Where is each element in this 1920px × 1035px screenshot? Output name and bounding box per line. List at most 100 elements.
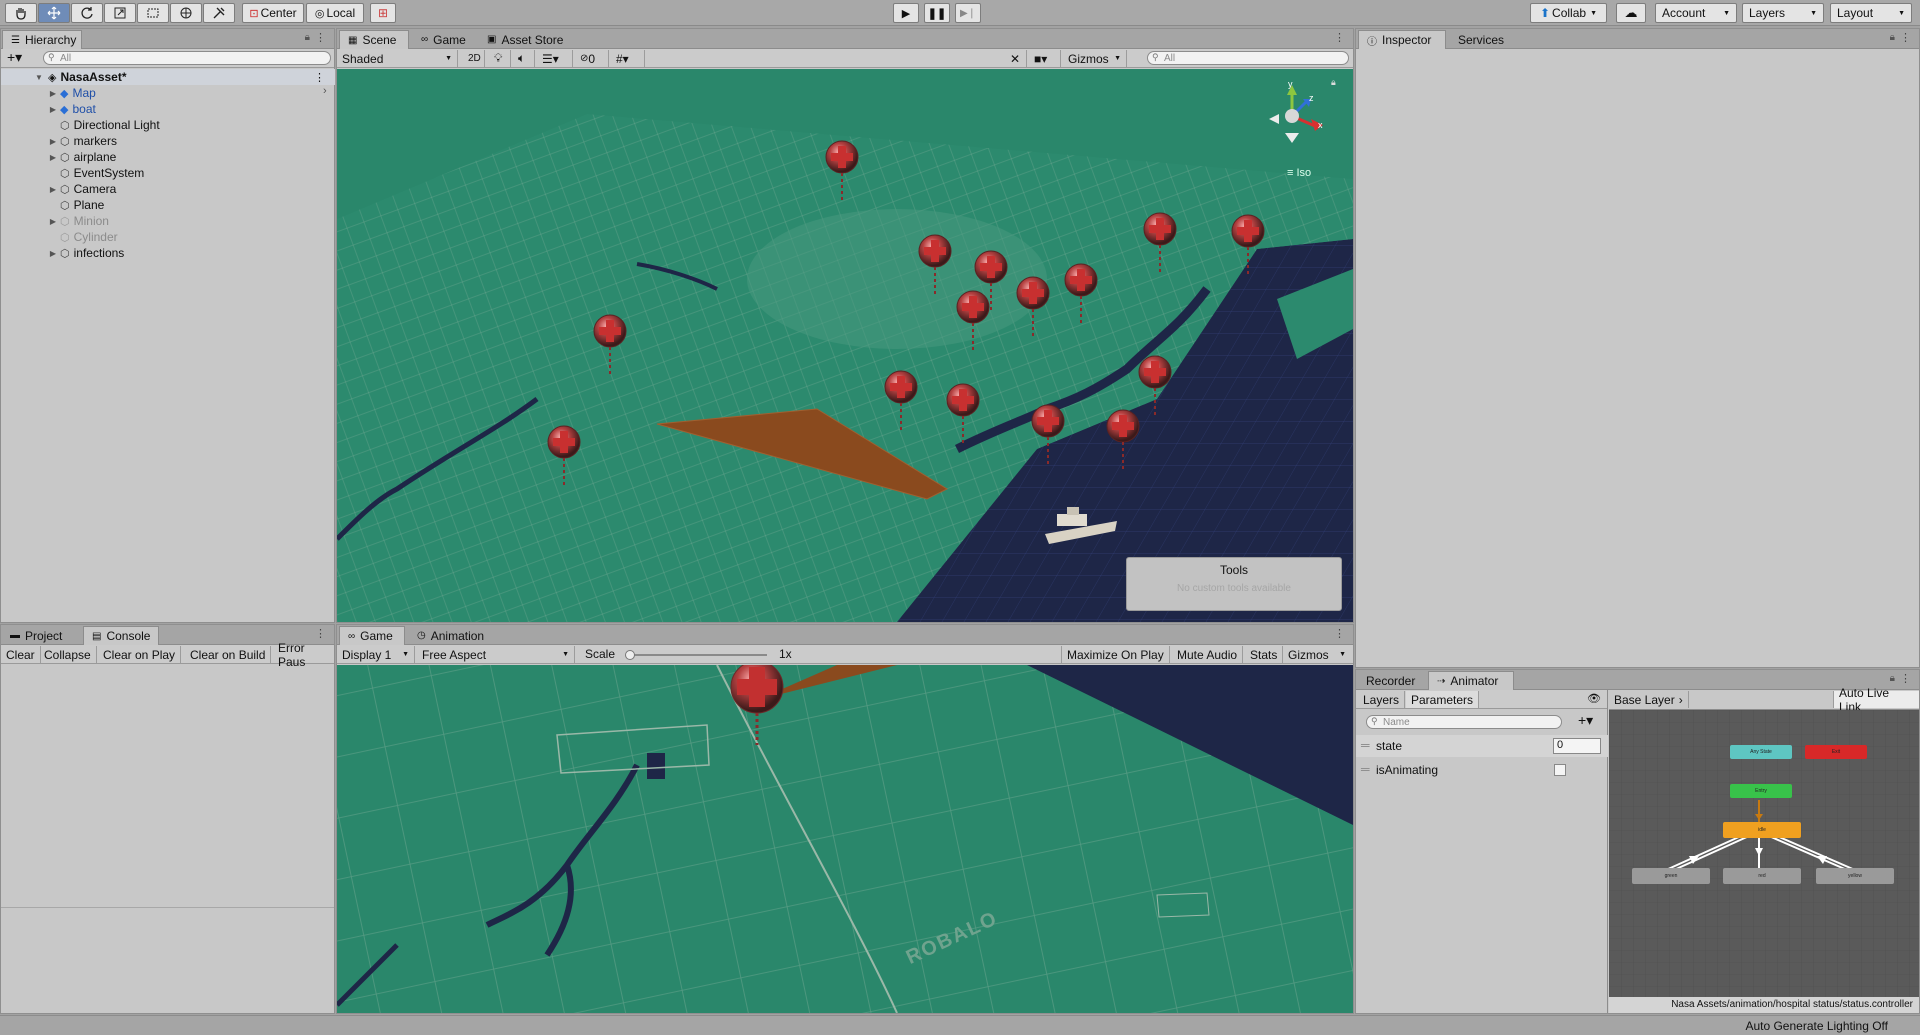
hospital-marker-icon[interactable] [1064, 263, 1098, 328]
audio-toggle[interactable]: 🔈︎ [513, 50, 535, 67]
rotate-tool-button[interactable] [71, 3, 103, 23]
kebab-menu-icon[interactable]: ⋮ [315, 31, 326, 44]
console-splitter[interactable] [1, 907, 334, 908]
game-gizmos-dropdown[interactable]: Gizmos ▼ [1283, 646, 1351, 663]
effects-dropdown[interactable]: ☰▾ [537, 50, 573, 67]
scale-tool-button[interactable] [104, 3, 136, 23]
console-clear-on-build-button[interactable]: Clear on Build [185, 646, 272, 663]
lock-icon[interactable]: 🔒︎ [305, 32, 310, 43]
kebab-menu-icon[interactable]: ⋮ [1334, 627, 1345, 640]
tab-animator[interactable]: ⇢ Animator [1428, 671, 1514, 690]
lock-icon[interactable]: 🔒︎ [1890, 32, 1895, 43]
tab-inspector[interactable]: ⓘ Inspector [1358, 30, 1446, 49]
hierarchy-item-airplane[interactable]: ▶ ⬡ airplane [1, 149, 335, 165]
hospital-marker-icon[interactable] [1031, 404, 1065, 469]
kebab-menu-icon[interactable]: ⋮ [315, 627, 326, 640]
rect-tool-button[interactable] [137, 3, 169, 23]
layout-dropdown[interactable]: Layout ▼ [1830, 3, 1912, 23]
custom-tool-button[interactable] [203, 3, 235, 23]
tab-hierarchy[interactable]: ☰ Hierarchy [2, 30, 82, 49]
expand-arrow-icon[interactable]: ▶ [48, 89, 58, 98]
kebab-menu-icon[interactable]: ⋮ [314, 71, 325, 84]
animator-graph[interactable]: Any State Exit Entry idle green red yell… [1609, 710, 1919, 997]
parameter-row-state[interactable]: ═ state 0 [1356, 735, 1608, 757]
space-local-toggle[interactable]: ◎ Local [306, 3, 364, 23]
gizmos-dropdown[interactable]: Gizmos ▼ [1063, 50, 1127, 67]
tab-recorder[interactable]: Recorder [1358, 671, 1426, 690]
tab-game[interactable]: ∞ Game [413, 30, 475, 49]
tab-services[interactable]: Services [1450, 30, 1520, 49]
hospital-marker-icon[interactable] [547, 425, 581, 490]
scale-slider[interactable] [625, 650, 767, 660]
tab-animation[interactable]: ◷ Animation [409, 626, 497, 645]
hospital-marker-icon[interactable] [956, 290, 990, 355]
console-clear-on-play-button[interactable]: Clear on Play [98, 646, 182, 663]
snap-toggle[interactable]: ⊞ [370, 3, 396, 23]
pause-button[interactable]: ❚❚ [924, 3, 950, 23]
console-collapse-button[interactable]: Collapse [39, 646, 97, 663]
layers-dropdown[interactable]: Layers ▼ [1742, 3, 1824, 23]
step-button[interactable]: ▶❘ [955, 3, 981, 23]
hospital-marker-icon[interactable] [918, 234, 952, 299]
tab-scene[interactable]: ▦ Scene [339, 30, 409, 49]
hierarchy-item-camera[interactable]: ▶ ⬡ Camera [1, 181, 335, 197]
shading-mode-dropdown[interactable]: Shaded ▼ [337, 50, 458, 67]
toggle-2d-button[interactable]: 2D [463, 50, 485, 67]
scene-root-row[interactable]: ▼ ◈ NasaAsset* ⋮ [1, 69, 335, 85]
hierarchy-item-map[interactable]: ▶ ◆ Map [1, 85, 335, 101]
grid-dropdown[interactable]: #▾ [611, 50, 645, 67]
camera-dropdown[interactable]: ■▾ [1029, 50, 1061, 67]
state-entry[interactable]: Entry [1730, 784, 1792, 798]
tab-console[interactable]: ▤ Console [83, 626, 159, 645]
pivot-center-toggle[interactable]: ⊡ Center [242, 3, 304, 23]
kebab-menu-icon[interactable]: ⋮ [1334, 31, 1345, 44]
hospital-marker-icon[interactable] [1231, 214, 1265, 279]
game-viewport[interactable]: ROBALO [337, 665, 1353, 1013]
hierarchy-item-eventsystem[interactable]: ⬡ EventSystem [1, 165, 335, 181]
move-tool-button[interactable] [38, 3, 70, 23]
hierarchy-item-infections[interactable]: ▶ ⬡ infections [1, 245, 335, 261]
lock-icon[interactable]: 🔒︎ [1890, 673, 1895, 684]
eye-icon[interactable]: 👁︎ [1587, 692, 1601, 705]
hidden-objects-toggle[interactable]: ⊘ 0 [575, 50, 609, 67]
add-parameter-icon[interactable]: +▾ [1578, 712, 1593, 729]
display-dropdown[interactable]: Display 1 ▼ [337, 646, 415, 663]
aspect-dropdown[interactable]: Free Aspect ▼ [417, 646, 575, 663]
kebab-menu-icon[interactable]: ⋮ [1900, 672, 1911, 685]
collab-dropdown[interactable]: ⬆ Collab ▼ [1530, 3, 1607, 23]
parameter-checkbox-isanimating[interactable] [1554, 764, 1566, 776]
breadcrumb-base-layer[interactable]: Base Layer › [1609, 691, 1689, 708]
account-dropdown[interactable]: Account ▼ [1655, 3, 1737, 23]
hierarchy-item-plane[interactable]: ⬡ Plane [1, 197, 335, 213]
mute-audio-toggle[interactable]: Mute Audio [1172, 646, 1244, 663]
tab-game-view[interactable]: ∞ Game [339, 626, 405, 645]
chevron-right-icon[interactable]: › [323, 85, 327, 97]
hospital-marker-icon[interactable] [593, 314, 627, 379]
drag-handle-icon[interactable]: ═ [1361, 738, 1370, 752]
state-idle[interactable]: idle [1723, 822, 1801, 838]
state-yellow[interactable]: yellow [1816, 868, 1894, 884]
subtab-parameters[interactable]: Parameters [1406, 691, 1480, 708]
scale-slider-thumb[interactable] [625, 650, 635, 660]
hierarchy-item-boat[interactable]: ▶ ◆ boat [1, 101, 335, 117]
orientation-gizmo[interactable]: y x z [1257, 79, 1327, 151]
maximize-on-play-toggle[interactable]: Maximize On Play [1061, 646, 1170, 663]
expand-arrow-icon[interactable]: ▶ [48, 153, 58, 162]
lighting-toggle[interactable]: 💡︎ [489, 50, 511, 67]
state-exit[interactable]: Exit [1805, 745, 1867, 759]
tab-project[interactable]: ▬ Project [2, 626, 72, 645]
expand-arrow-icon[interactable]: ▶ [48, 185, 58, 194]
projection-toggle[interactable]: ≡ Iso [1287, 167, 1311, 179]
tab-asset-store[interactable]: ▣ Asset Store [479, 30, 575, 49]
scene-search-input[interactable]: ⚲ All [1147, 51, 1349, 65]
expand-arrow-icon[interactable]: ▼ [34, 73, 44, 82]
hospital-marker-icon[interactable] [946, 383, 980, 448]
state-any-state[interactable]: Any State [1730, 745, 1792, 759]
parameter-row-isanimating[interactable]: ═ isAnimating [1356, 759, 1608, 781]
hierarchy-search-input[interactable]: ⚲ All [43, 51, 331, 65]
parameter-value-state[interactable]: 0 [1553, 738, 1601, 754]
expand-arrow-icon[interactable]: ▶ [48, 105, 58, 114]
parameter-search-input[interactable]: ⚲ Name [1366, 715, 1562, 729]
lighting-status[interactable]: Auto Generate Lighting Off [1745, 1019, 1888, 1033]
subtab-layers[interactable]: Layers [1358, 691, 1406, 708]
